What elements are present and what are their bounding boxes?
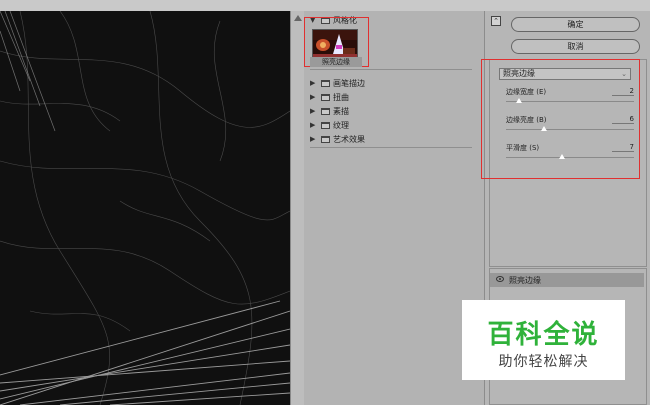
folder-icon <box>321 121 330 129</box>
smoothness-input[interactable]: 7 <box>612 143 634 152</box>
edge-brightness-label: 边缘亮度 (B) <box>506 116 547 124</box>
category-row-artistic[interactable]: ▶ 艺术效果 <box>310 133 365 145</box>
folder-icon <box>321 93 330 101</box>
smoothness-slider[interactable] <box>506 157 634 158</box>
edge-width-control: 边缘宽度 (E) 2 <box>506 87 634 109</box>
category-label: 扭曲 <box>333 92 349 102</box>
filter-thumbnail[interactable] <box>312 29 358 59</box>
smoothness-label: 平滑度 (S) <box>506 144 540 152</box>
filter-gallery: ▼ 风格化 照亮边缘 ▶ 画笔描边 ▶ 扭曲 ▶ 素描 ▶ 纹理 ▶ 艺术效果 <box>304 11 484 405</box>
filter-select-value: 照亮边缘 <box>503 69 535 78</box>
glowing-edges-thumbnail-image <box>313 30 357 58</box>
filter-select[interactable]: 照亮边缘 ⌄ <box>499 68 631 80</box>
cancel-button[interactable]: 取消 <box>511 39 640 54</box>
collapse-gallery-icon[interactable]: ⌃ <box>491 16 501 26</box>
edge-brightness-slider-knob[interactable] <box>541 126 547 131</box>
image-preview[interactable] <box>0 11 290 405</box>
watermark-subtitle: 助你轻松解决 <box>498 354 589 370</box>
category-row-texture[interactable]: ▶ 纹理 <box>310 119 349 131</box>
category-label: 艺术效果 <box>333 134 365 144</box>
triangle-right-icon[interactable]: ▶ <box>310 93 318 101</box>
folder-icon <box>321 79 330 87</box>
filter-thumbnail-label: 照亮边缘 <box>310 57 362 67</box>
edge-brightness-slider[interactable] <box>506 129 634 130</box>
category-row-brush-strokes[interactable]: ▶ 画笔描边 <box>310 77 365 89</box>
edge-brightness-input[interactable]: 6 <box>612 115 634 124</box>
divider-line <box>310 69 472 70</box>
glowing-edges-preview-image <box>0 11 290 405</box>
watermark-title: 百科全说 <box>487 320 600 350</box>
edge-brightness-control: 边缘亮度 (B) 6 <box>506 115 634 137</box>
edge-width-input[interactable]: 2 <box>612 87 634 96</box>
category-label: 纹理 <box>333 120 349 130</box>
triangle-right-icon[interactable]: ▶ <box>310 79 318 87</box>
effect-layer-row[interactable]: 照亮边缘 <box>490 273 644 287</box>
panel-divider[interactable] <box>290 11 305 405</box>
ok-button[interactable]: 确定 <box>511 17 640 32</box>
category-label: 画笔描边 <box>333 78 365 88</box>
folder-icon <box>321 135 330 143</box>
chevron-down-icon: ⌄ <box>621 70 627 78</box>
smoothness-control: 平滑度 (S) 7 <box>506 143 634 165</box>
edge-width-slider[interactable] <box>506 101 634 102</box>
category-label: 素描 <box>333 106 349 116</box>
triangle-right-icon[interactable]: ▶ <box>310 121 318 129</box>
edge-width-slider-knob[interactable] <box>516 98 522 103</box>
category-row-sketch[interactable]: ▶ 素描 <box>310 105 349 117</box>
category-row-distort[interactable]: ▶ 扭曲 <box>310 91 349 103</box>
smoothness-slider-knob[interactable] <box>559 154 565 159</box>
triangle-right-icon[interactable]: ▶ <box>310 107 318 115</box>
site-watermark: 百科全说 助你轻松解决 <box>462 300 625 380</box>
collapse-arrow-icon[interactable] <box>294 15 302 21</box>
folder-icon <box>321 107 330 115</box>
eye-icon[interactable] <box>496 276 504 282</box>
divider-line <box>310 147 472 148</box>
triangle-right-icon[interactable]: ▶ <box>310 135 318 143</box>
effect-layer-label: 照亮边缘 <box>509 276 541 285</box>
edge-width-label: 边缘宽度 (E) <box>506 88 547 96</box>
